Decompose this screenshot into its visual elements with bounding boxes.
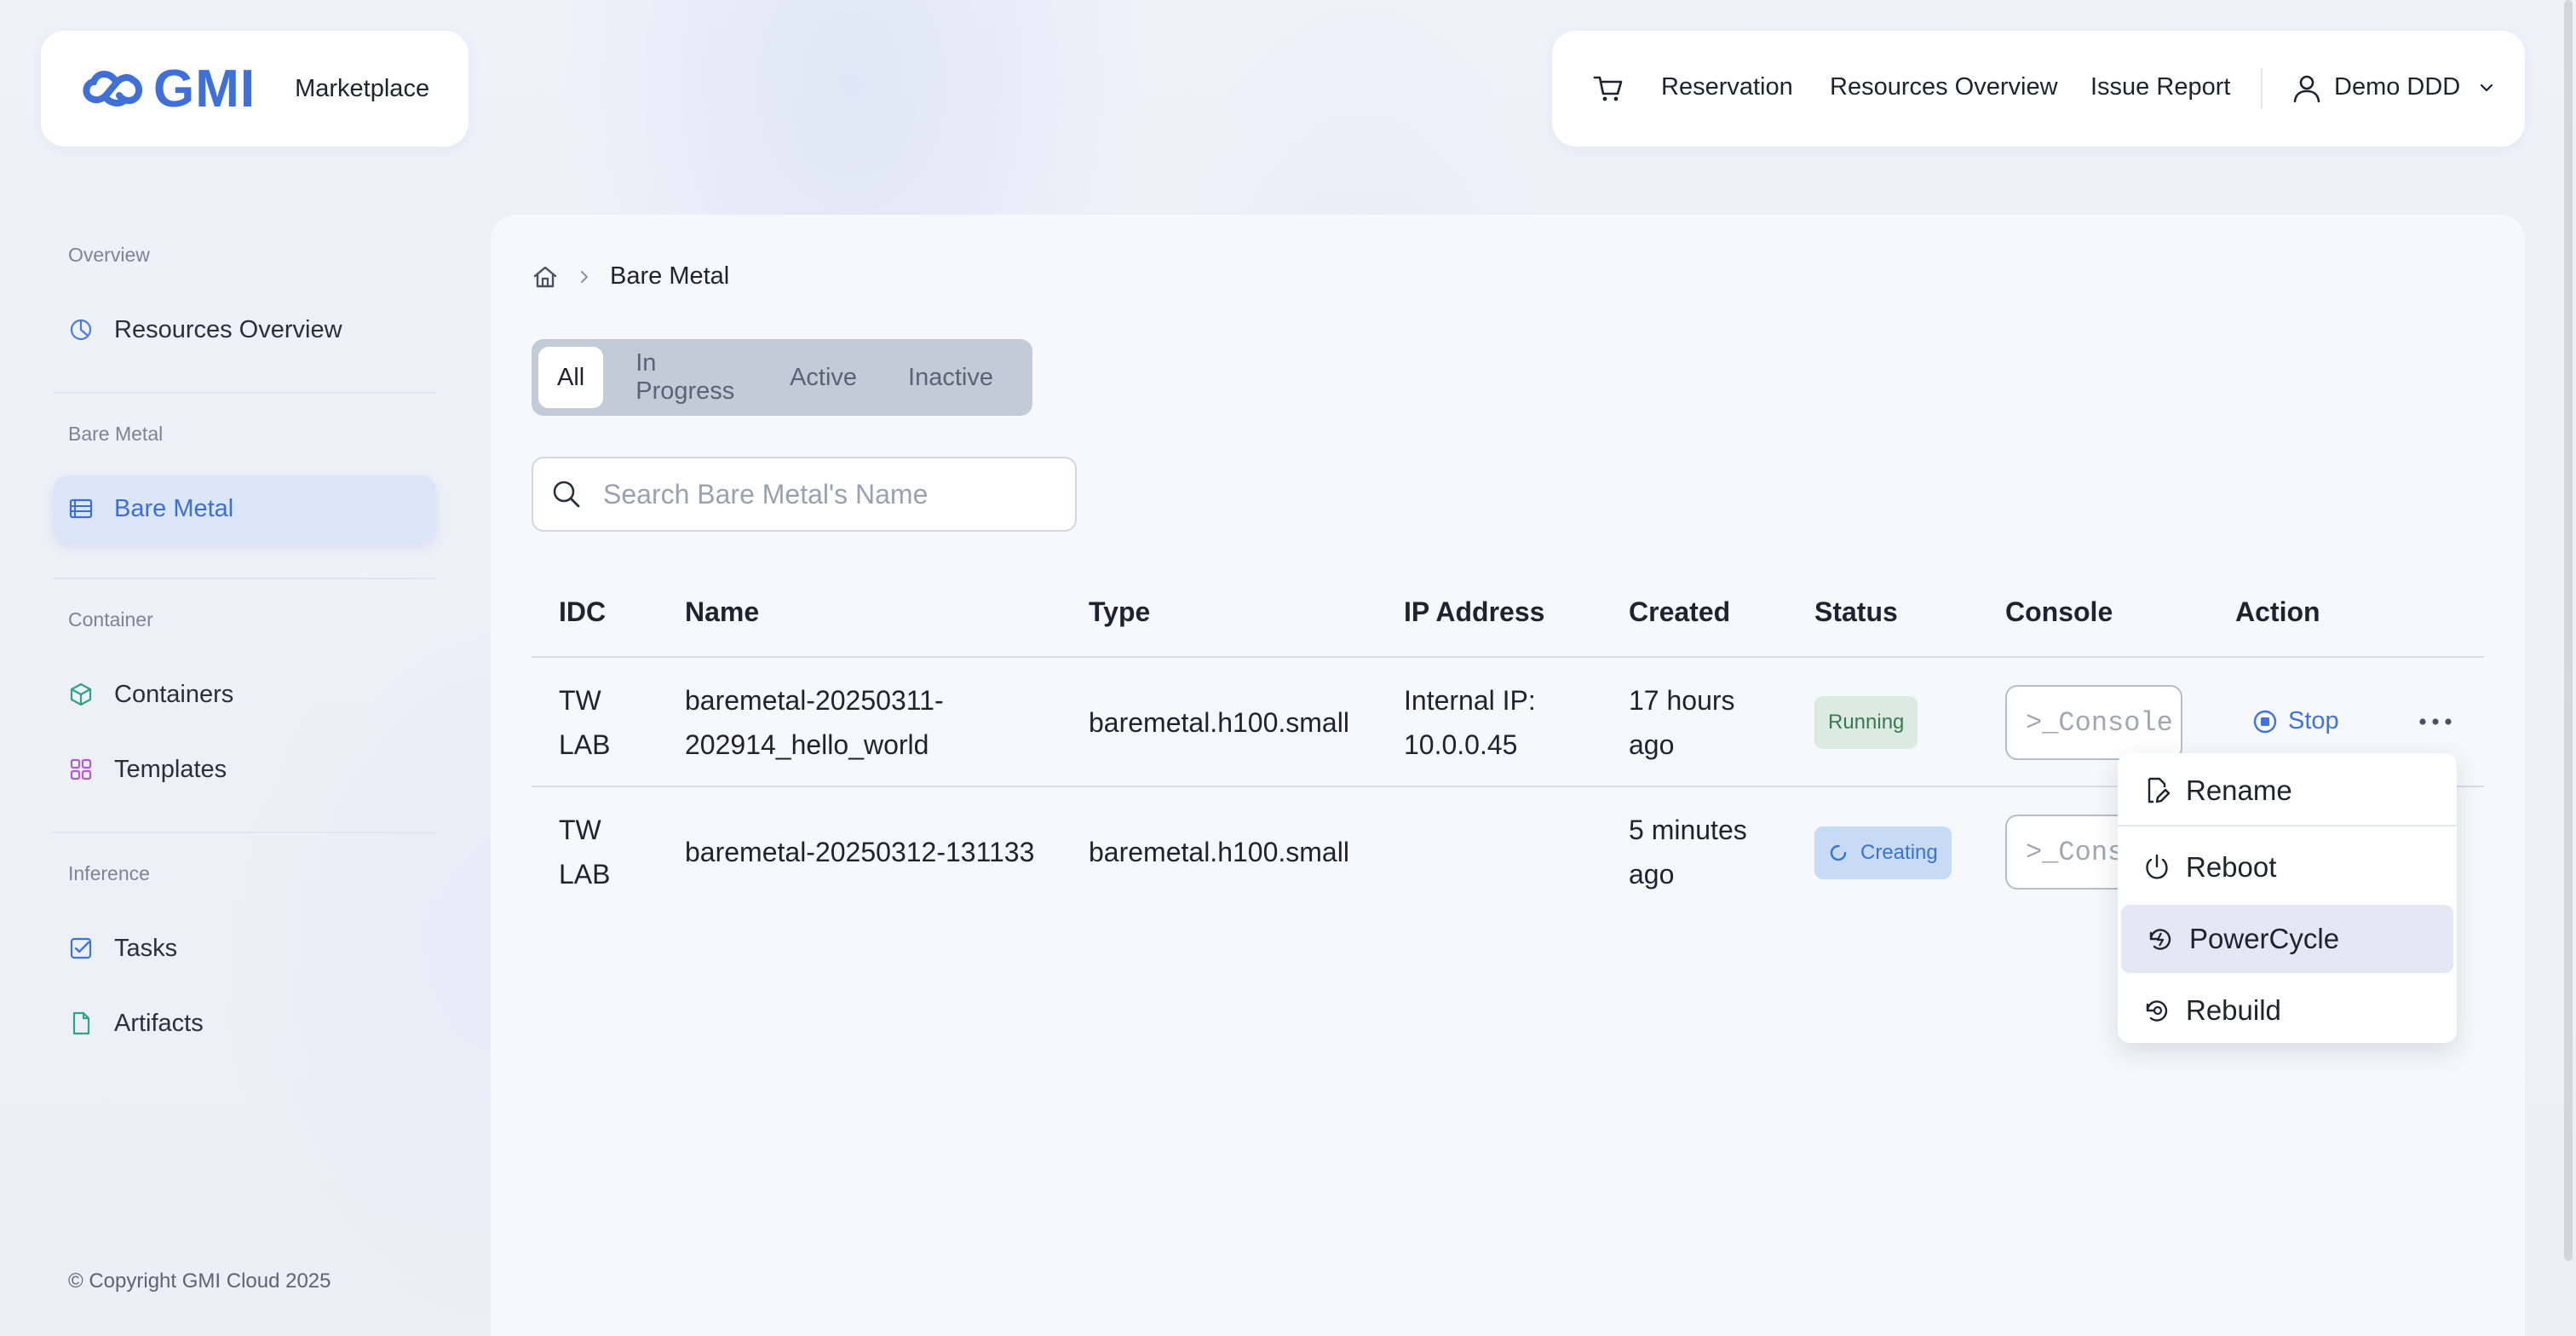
sidebar-item-label: Bare Metal [114,494,234,522]
sidebar-section-bare-metal: Bare Metal [68,423,164,445]
user-name[interactable]: Demo DDD [2334,73,2460,101]
column-header-created: Created [1629,596,1731,627]
sidebar-item-artifacts[interactable]: Artifacts [53,990,436,1057]
stop-button[interactable]: Stop [2252,707,2339,735]
status-badge: Running [1814,696,1918,749]
menu-item-rebuild[interactable]: Rebuild [2118,976,2457,1045]
search-box [532,457,1077,532]
sidebar-divider [53,392,436,394]
nav-resources-overview[interactable]: Resources Overview [1830,73,2058,101]
checkbox-icon [68,936,94,961]
sidebar-section-overview: Overview [68,244,150,266]
stop-icon [2253,710,2277,733]
sidebar-item-templates[interactable]: Templates [53,736,436,803]
menu-item-powercycle[interactable]: PowerCycle [2121,905,2453,973]
status-tabs: All In Progress Active Inactive [532,339,1032,416]
breadcrumb: Bare Metal [532,262,729,291]
cube-icon [68,682,94,707]
marketplace-link[interactable]: Marketplace [295,75,429,103]
search-input[interactable] [603,478,1046,510]
power-icon [2146,854,2168,879]
logo-card: GMI Marketplace [41,31,469,147]
nav-reservation[interactable]: Reservation [1661,73,1793,101]
sidebar-item-label: Templates [114,755,227,783]
cell-type: baremetal.h100.small [1089,837,1349,867]
loading-spinner-icon [1830,844,1847,861]
tab-active[interactable]: Active [771,347,876,408]
sidebar-section-container: Container [68,608,153,631]
nav-divider [2261,68,2263,109]
sidebar-item-containers[interactable]: Containers [53,661,436,728]
cell-name: baremetal-20250311- 202914_hello_world [685,685,944,760]
more-options-icon[interactable] [2414,709,2457,734]
sidebar-divider [53,832,436,833]
column-header-ip-address: IP Address [1404,596,1545,627]
column-header-name: Name [685,596,760,627]
edit-file-icon [2148,777,2171,803]
copyright: © Copyright GMI Cloud 2025 [68,1270,331,1293]
search-icon [553,481,580,508]
top-nav: Reservation Resources Overview Issue Rep… [1552,31,2525,147]
chevron-down-icon[interactable] [2477,78,2496,97]
cell-idc: TW LAB [559,815,611,890]
cell-type: baremetal.h100.small [1089,707,1349,738]
tab-inactive[interactable]: Inactive [889,347,1012,408]
cloud-logo-icon [83,71,142,107]
action-dropdown-menu: Rename Reboot PowerCycle Rebuild [2118,753,2457,1043]
menu-item-reboot[interactable]: Reboot [2118,833,2457,901]
sidebar-item-label: Resources Overview [114,315,342,343]
sidebar-item-label: Artifacts [114,1009,204,1037]
sidebar-divider [53,578,436,579]
menu-item-label: Reboot [2186,851,2277,883]
status-label: Creating [1860,841,1938,864]
menu-item-label: Rename [2186,775,2292,806]
breadcrumb-current: Bare Metal [610,262,730,290]
cell-ip-address: Internal IP: 10.0.0.45 [1404,685,1536,760]
cell-created: 5 minutes ago [1629,815,1747,890]
nav-issue-report[interactable]: Issue Report [2090,73,2230,101]
scrollbar[interactable] [2564,0,2573,1261]
sidebar-item-label: Containers [114,680,234,708]
user-icon[interactable] [2290,72,2324,106]
menu-item-rename[interactable]: Rename [2118,757,2457,825]
sidebar-item-label: Tasks [114,934,178,962]
tab-in-progress[interactable]: In Progress [617,347,757,408]
sidebar-section-inference: Inference [68,862,150,884]
column-header-type: Type [1089,596,1151,627]
table-header-divider [532,656,2484,658]
home-icon[interactable] [532,263,559,291]
file-icon [68,1011,94,1036]
stop-label: Stop [2288,707,2339,734]
pie-chart-icon [68,317,94,343]
gmi-logo[interactable]: GMI [82,59,256,119]
column-header-console: Console [2005,596,2113,627]
cell-idc: TW LAB [559,685,611,760]
cell-name: baremetal-20250312-131133 [685,837,1035,867]
column-header-action: Action [2235,596,2320,627]
column-header-idc: IDC [559,596,607,627]
grid-icon [68,757,94,782]
menu-item-label: PowerCycle [2189,923,2340,954]
chevron-right-icon [581,270,588,283]
menu-divider [2118,825,2457,826]
cell-created: 17 hours ago [1629,685,1735,760]
power-cycle-icon [2149,929,2171,950]
menu-item-label: Rebuild [2186,994,2281,1026]
sidebar-item-tasks[interactable]: Tasks [53,915,436,982]
tab-all[interactable]: All [538,347,604,408]
console-button[interactable]: >_Console [2005,685,2182,760]
cart-icon[interactable] [1591,72,1625,106]
server-icon [68,496,94,521]
status-badge: Creating [1814,826,1952,879]
logo-text: GMI [153,59,256,118]
sidebar-item-resources-overview[interactable]: Resources Overview [53,297,436,363]
rebuild-icon [2146,1000,2168,1022]
sidebar-item-bare-metal[interactable]: Bare Metal [53,475,436,542]
column-header-status: Status [1814,596,1898,627]
